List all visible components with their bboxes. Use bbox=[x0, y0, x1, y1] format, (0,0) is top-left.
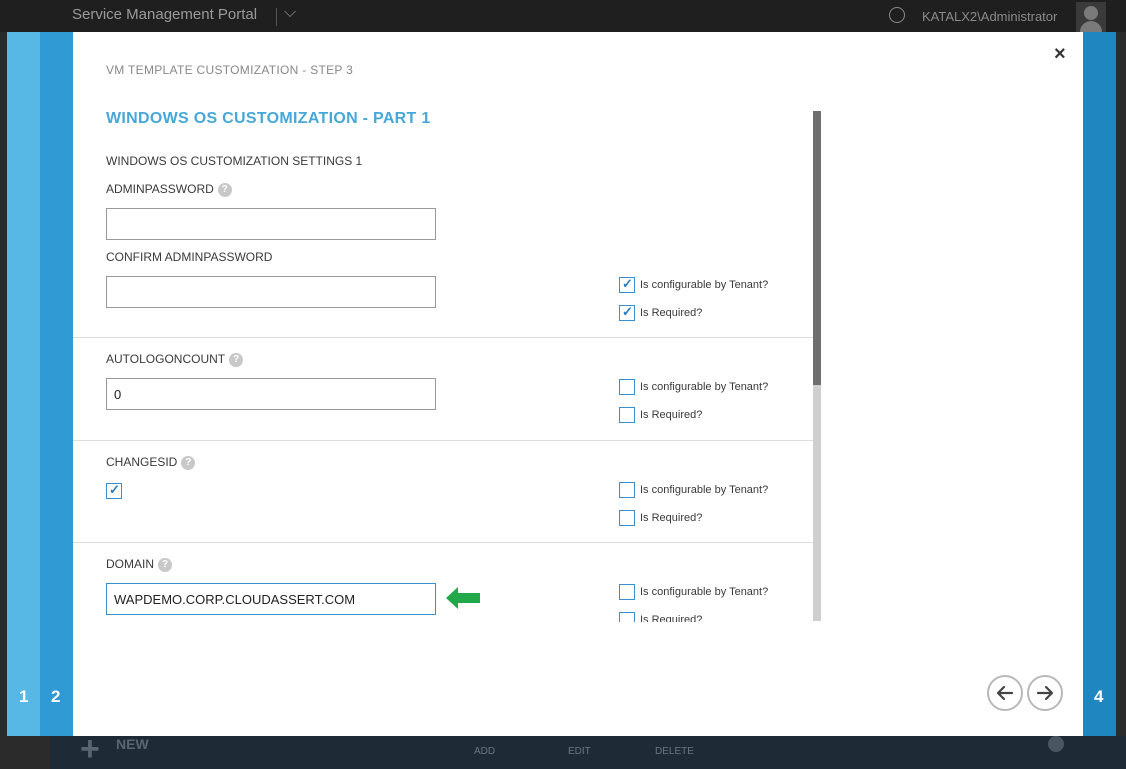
close-button[interactable]: × bbox=[1054, 43, 1066, 66]
wizard-step-2-rail[interactable]: 2 bbox=[40, 32, 73, 736]
globe-icon[interactable] bbox=[889, 7, 905, 23]
changesid-checkbox[interactable] bbox=[106, 482, 122, 499]
adminpassword-input[interactable] bbox=[106, 208, 436, 240]
adminpassword-configurable-option[interactable]: Is configurable by Tenant? bbox=[619, 276, 768, 293]
add-command[interactable]: ADD bbox=[474, 746, 495, 757]
user-name[interactable]: KATALX2\Administrator bbox=[922, 9, 1057, 24]
portal-title[interactable]: Service Management Portal bbox=[72, 6, 257, 23]
adminpassword-configurable-checkbox[interactable] bbox=[619, 276, 635, 293]
help-icon[interactable]: ? bbox=[217, 183, 232, 197]
adminpassword-required-checkbox[interactable] bbox=[619, 304, 635, 321]
step-4-number: 4 bbox=[1094, 687, 1104, 706]
changesid-required-checkbox[interactable] bbox=[619, 509, 635, 526]
section-divider bbox=[73, 440, 813, 441]
info-icon[interactable] bbox=[1048, 736, 1064, 752]
arrow-right-icon bbox=[1036, 685, 1054, 701]
adminpassword-label: ADMINPASSWORD? bbox=[106, 182, 232, 197]
changesid-label-text: CHANGESID bbox=[106, 455, 178, 469]
required-label: Is Required? bbox=[640, 511, 703, 524]
previous-button[interactable] bbox=[987, 675, 1023, 711]
avatar[interactable] bbox=[1076, 2, 1106, 32]
wizard-dialog: × VM TEMPLATE CUSTOMIZATION - STEP 3 WIN… bbox=[73, 32, 1083, 736]
domain-input[interactable] bbox=[106, 583, 436, 615]
domain-configurable-checkbox[interactable] bbox=[619, 583, 635, 600]
adminpassword-required-option[interactable]: Is Required? bbox=[619, 304, 702, 321]
confirm-adminpassword-label: CONFIRM ADMINPASSWORD bbox=[106, 250, 273, 264]
new-button[interactable]: NEW bbox=[116, 736, 149, 752]
section-title: WINDOWS OS CUSTOMIZATION - PART 1 bbox=[106, 110, 431, 127]
domain-label: DOMAIN? bbox=[106, 557, 172, 572]
arrow-left-icon bbox=[996, 685, 1014, 701]
configurable-label: Is configurable by Tenant? bbox=[640, 585, 769, 598]
autologoncount-label-text: AUTOLOGONCOUNT bbox=[106, 352, 226, 366]
edit-command[interactable]: EDIT bbox=[568, 746, 591, 757]
next-button[interactable] bbox=[1027, 675, 1063, 711]
changesid-label: CHANGESID? bbox=[106, 455, 196, 470]
green-arrow-icon bbox=[446, 587, 480, 609]
step-2-number: 2 bbox=[51, 687, 61, 706]
wizard-step-4-rail[interactable]: 4 bbox=[1083, 32, 1116, 736]
settings-form: WINDOWS OS CUSTOMIZATION SETTINGS 1 ADMI… bbox=[73, 142, 821, 622]
help-icon[interactable]: ? bbox=[181, 456, 196, 470]
autologoncount-required-option[interactable]: Is Required? bbox=[619, 406, 702, 423]
confirm-adminpassword-input[interactable] bbox=[106, 276, 436, 308]
changesid-option[interactable] bbox=[106, 482, 122, 499]
section-divider bbox=[73, 542, 813, 543]
autologoncount-configurable-checkbox[interactable] bbox=[619, 378, 635, 395]
domain-required-checkbox[interactable] bbox=[619, 611, 635, 622]
autologoncount-required-checkbox[interactable] bbox=[619, 406, 635, 423]
step-title: VM TEMPLATE CUSTOMIZATION - STEP 3 bbox=[106, 63, 354, 77]
group-title: WINDOWS OS CUSTOMIZATION SETTINGS 1 bbox=[106, 154, 363, 168]
domain-configurable-option[interactable]: Is configurable by Tenant? bbox=[619, 583, 768, 600]
autologoncount-label: AUTOLOGONCOUNT? bbox=[106, 352, 244, 367]
delete-command[interactable]: DELETE bbox=[655, 746, 694, 757]
help-icon[interactable]: ? bbox=[229, 353, 244, 367]
chevron-down-icon[interactable]: ⌵ bbox=[284, 4, 296, 22]
portal-header: Service Management Portal ⌵ KATALX2\Admi… bbox=[0, 0, 1126, 32]
required-label: Is Required? bbox=[640, 306, 703, 319]
autologoncount-input[interactable] bbox=[106, 378, 436, 410]
required-label: Is Required? bbox=[640, 613, 703, 623]
command-bar: + NEW ADD EDIT DELETE bbox=[50, 730, 1126, 769]
domain-label-text: DOMAIN bbox=[106, 557, 154, 571]
configurable-label: Is configurable by Tenant? bbox=[640, 380, 769, 393]
domain-required-option[interactable]: Is Required? bbox=[619, 611, 702, 622]
step-1-number: 1 bbox=[19, 687, 29, 706]
wizard-step-1-rail[interactable]: 1 bbox=[7, 32, 40, 736]
autologoncount-configurable-option[interactable]: Is configurable by Tenant? bbox=[619, 378, 768, 395]
header-divider bbox=[276, 8, 277, 26]
required-label: Is Required? bbox=[640, 408, 703, 421]
changesid-required-option[interactable]: Is Required? bbox=[619, 509, 702, 526]
help-icon[interactable]: ? bbox=[158, 558, 172, 572]
section-divider bbox=[73, 337, 813, 338]
configurable-label: Is configurable by Tenant? bbox=[640, 278, 769, 291]
configurable-label: Is configurable by Tenant? bbox=[640, 483, 769, 496]
changesid-configurable-option[interactable]: Is configurable by Tenant? bbox=[619, 481, 768, 498]
changesid-configurable-checkbox[interactable] bbox=[619, 481, 635, 498]
adminpassword-label-text: ADMINPASSWORD bbox=[106, 182, 214, 196]
